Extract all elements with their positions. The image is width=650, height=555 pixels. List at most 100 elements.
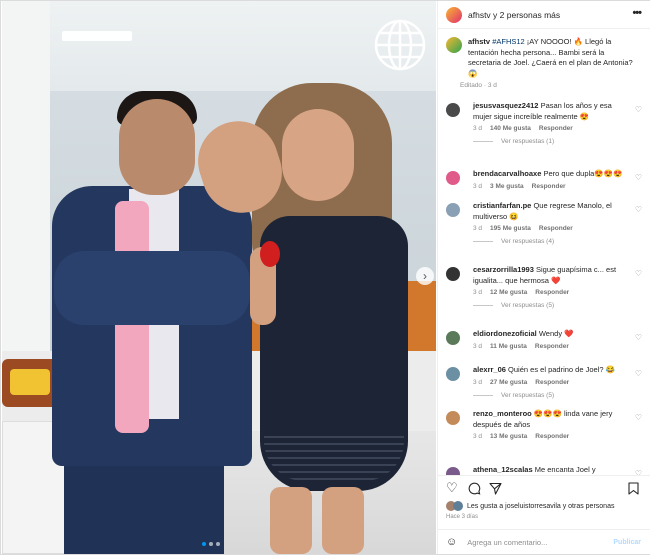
comment-username[interactable]: brendacarvalhoaxe [473, 169, 541, 178]
comment-item: jesusvasquez2412 Pasan los años y esa mu… [446, 101, 646, 145]
comment-time: 3 d [473, 342, 483, 350]
woman-face [282, 109, 354, 201]
man-crossed-arms [54, 251, 250, 325]
caption-meta: Editado · 3 d [460, 82, 497, 89]
avatar[interactable] [446, 467, 460, 475]
comment-item: cristianfarfan.pe Que regrese Manolo, el… [446, 201, 646, 245]
comment-time: 3 d [473, 378, 483, 386]
avatar[interactable] [446, 411, 460, 425]
heart-outline-icon[interactable]: ♡ [635, 105, 642, 114]
carousel-dot [202, 542, 206, 546]
reply-button[interactable]: Responder [539, 125, 573, 132]
heart-outline-icon[interactable]: ♡ [635, 269, 642, 278]
comment-meta: 3 d 11 Me gusta Responder [473, 343, 646, 350]
comment-item: alexrr_06 Quién es el padrino de Joel? 😂… [446, 365, 646, 399]
post-photo[interactable]: › [2, 1, 436, 554]
reply-button[interactable]: Responder [535, 379, 569, 386]
heart-outline-icon[interactable]: ♡ [635, 369, 642, 378]
comment-likes[interactable]: 11 Me gusta [490, 343, 527, 350]
comment-username[interactable]: jesusvasquez2412 [473, 101, 538, 110]
carousel-dot [209, 542, 213, 546]
carousel-dots [202, 542, 220, 546]
heart-outline-icon[interactable]: ♡ [446, 480, 458, 496]
view-replies-button[interactable]: Ver respuestas (5) [473, 392, 646, 399]
comment-likes[interactable]: 13 Me gusta [490, 433, 527, 440]
comment-username[interactable]: athena_12scalas [473, 465, 533, 474]
caption-hashtag[interactable]: #AFHS12 [492, 37, 525, 46]
reply-button[interactable]: Responder [535, 343, 569, 350]
post-date: Hace 3 días [446, 514, 479, 520]
comment-time: 3 d [473, 125, 483, 132]
ceiling-light [62, 31, 132, 41]
likes-summary: Les gusta a joseluistorresavila y otras … [446, 501, 614, 511]
view-replies-button[interactable]: Ver respuestas (4) [473, 238, 646, 245]
view-replies-button[interactable]: Ver respuestas (1) [473, 138, 646, 145]
comment-item: brendacarvalhoaxe Pero que dupla😍😍😍 3 d3 … [446, 169, 646, 190]
view-replies-label: Ver respuestas (5) [501, 391, 555, 399]
avatar[interactable] [446, 6, 462, 23]
likes-text[interactable]: Les gusta a joseluistorresavila y otras … [467, 503, 614, 510]
avatar[interactable] [446, 37, 462, 53]
carousel-dot [216, 542, 220, 546]
comment-text: Quién es el padrino de Joel? 😂 [508, 365, 615, 374]
post-actions: ♡ Les gusta a joseluistorresavila y otra… [438, 475, 650, 523]
comment-likes[interactable]: 3 Me gusta [490, 183, 524, 190]
red-rose [260, 241, 280, 267]
view-replies-label: Ver respuestas (5) [501, 302, 555, 309]
comment-likes[interactable]: 140 Me gusta [490, 125, 531, 132]
more-horizontal-icon[interactable]: ••• [632, 7, 642, 19]
comment-meta: 3 d 12 Me gusta Responder [473, 289, 646, 296]
post-caption: afhstv #AFHS12 ¡AY NOOOO! 🔥 Llegó la ten… [446, 37, 646, 79]
comment-meta: 3 d 140 Me gusta Responder [473, 125, 646, 132]
caption-username[interactable]: afhstv [468, 37, 490, 46]
comment-composer: ☺ Agrega un comentario... Publicar [438, 529, 650, 554]
reply-button[interactable]: Responder [539, 225, 573, 232]
comment-item: athena_12scalas Me encanta Joel y Macare… [446, 465, 646, 475]
comment-time: 3 d [473, 289, 483, 296]
comment-username[interactable]: cesarzorrilla1993 [473, 265, 534, 274]
reply-button[interactable]: Responder [535, 433, 569, 440]
comment-likes[interactable]: 195 Me gusta [490, 225, 531, 232]
heart-outline-icon[interactable]: ♡ [635, 333, 642, 342]
comment-meta: 3 d 3 Me gusta Responder [473, 183, 646, 190]
man-head [119, 99, 195, 195]
avatar[interactable] [446, 267, 460, 281]
paper-plane-icon[interactable] [489, 482, 502, 495]
publish-button[interactable]: Publicar [613, 539, 641, 546]
comment-time: 3 d [473, 433, 483, 440]
next-image-button[interactable]: › [416, 267, 434, 285]
dress-stripes [264, 431, 404, 481]
comment-username[interactable]: cristianfarfan.pe [473, 201, 531, 210]
comment-icon[interactable] [468, 482, 481, 495]
post-header: afhstv y 2 personas más ••• [438, 1, 650, 29]
comment-input[interactable]: Agrega un comentario... [467, 538, 597, 547]
reply-button[interactable]: Responder [532, 183, 566, 190]
heart-outline-icon[interactable]: ♡ [635, 413, 642, 422]
avatar[interactable] [446, 203, 460, 217]
post-header-title[interactable]: afhstv y 2 personas más [468, 10, 560, 20]
heart-outline-icon[interactable]: ♡ [635, 205, 642, 214]
avatar[interactable] [446, 103, 460, 117]
comment-text: Pero que dupla😍😍😍 [543, 169, 623, 178]
comment-username[interactable]: renzo_monteroo [473, 409, 532, 418]
show-logo-sign [2, 359, 58, 407]
comment-item: cesarzorrilla1993 Sigue guapísima c... e… [446, 265, 646, 309]
comment-likes[interactable]: 27 Me gusta [490, 379, 527, 386]
avatar[interactable] [446, 331, 460, 345]
smiley-icon[interactable]: ☺ [446, 536, 457, 548]
comment-likes[interactable]: 12 Me gusta [490, 289, 527, 296]
woman-legs [260, 487, 390, 554]
bookmark-icon[interactable] [628, 482, 639, 495]
comment-username[interactable]: alexrr_06 [473, 365, 506, 374]
globe-logo-icon [374, 19, 426, 71]
view-replies-label: Ver respuestas (1) [501, 138, 555, 145]
comment-time: 3 d [473, 225, 483, 232]
comment-item: eldiordonezoficial Wendy ❤️ 3 d 11 Me gust… [446, 329, 646, 350]
reply-button[interactable]: Responder [535, 289, 569, 296]
post-side-panel: afhstv y 2 personas más ••• afhstv #AFHS… [437, 1, 650, 554]
avatar[interactable] [446, 367, 460, 381]
view-replies-button[interactable]: Ver respuestas (5) [473, 302, 646, 309]
comment-username[interactable]: eldiordonezoficial [473, 329, 537, 338]
avatar[interactable] [446, 171, 460, 185]
heart-outline-icon[interactable]: ♡ [635, 173, 642, 182]
